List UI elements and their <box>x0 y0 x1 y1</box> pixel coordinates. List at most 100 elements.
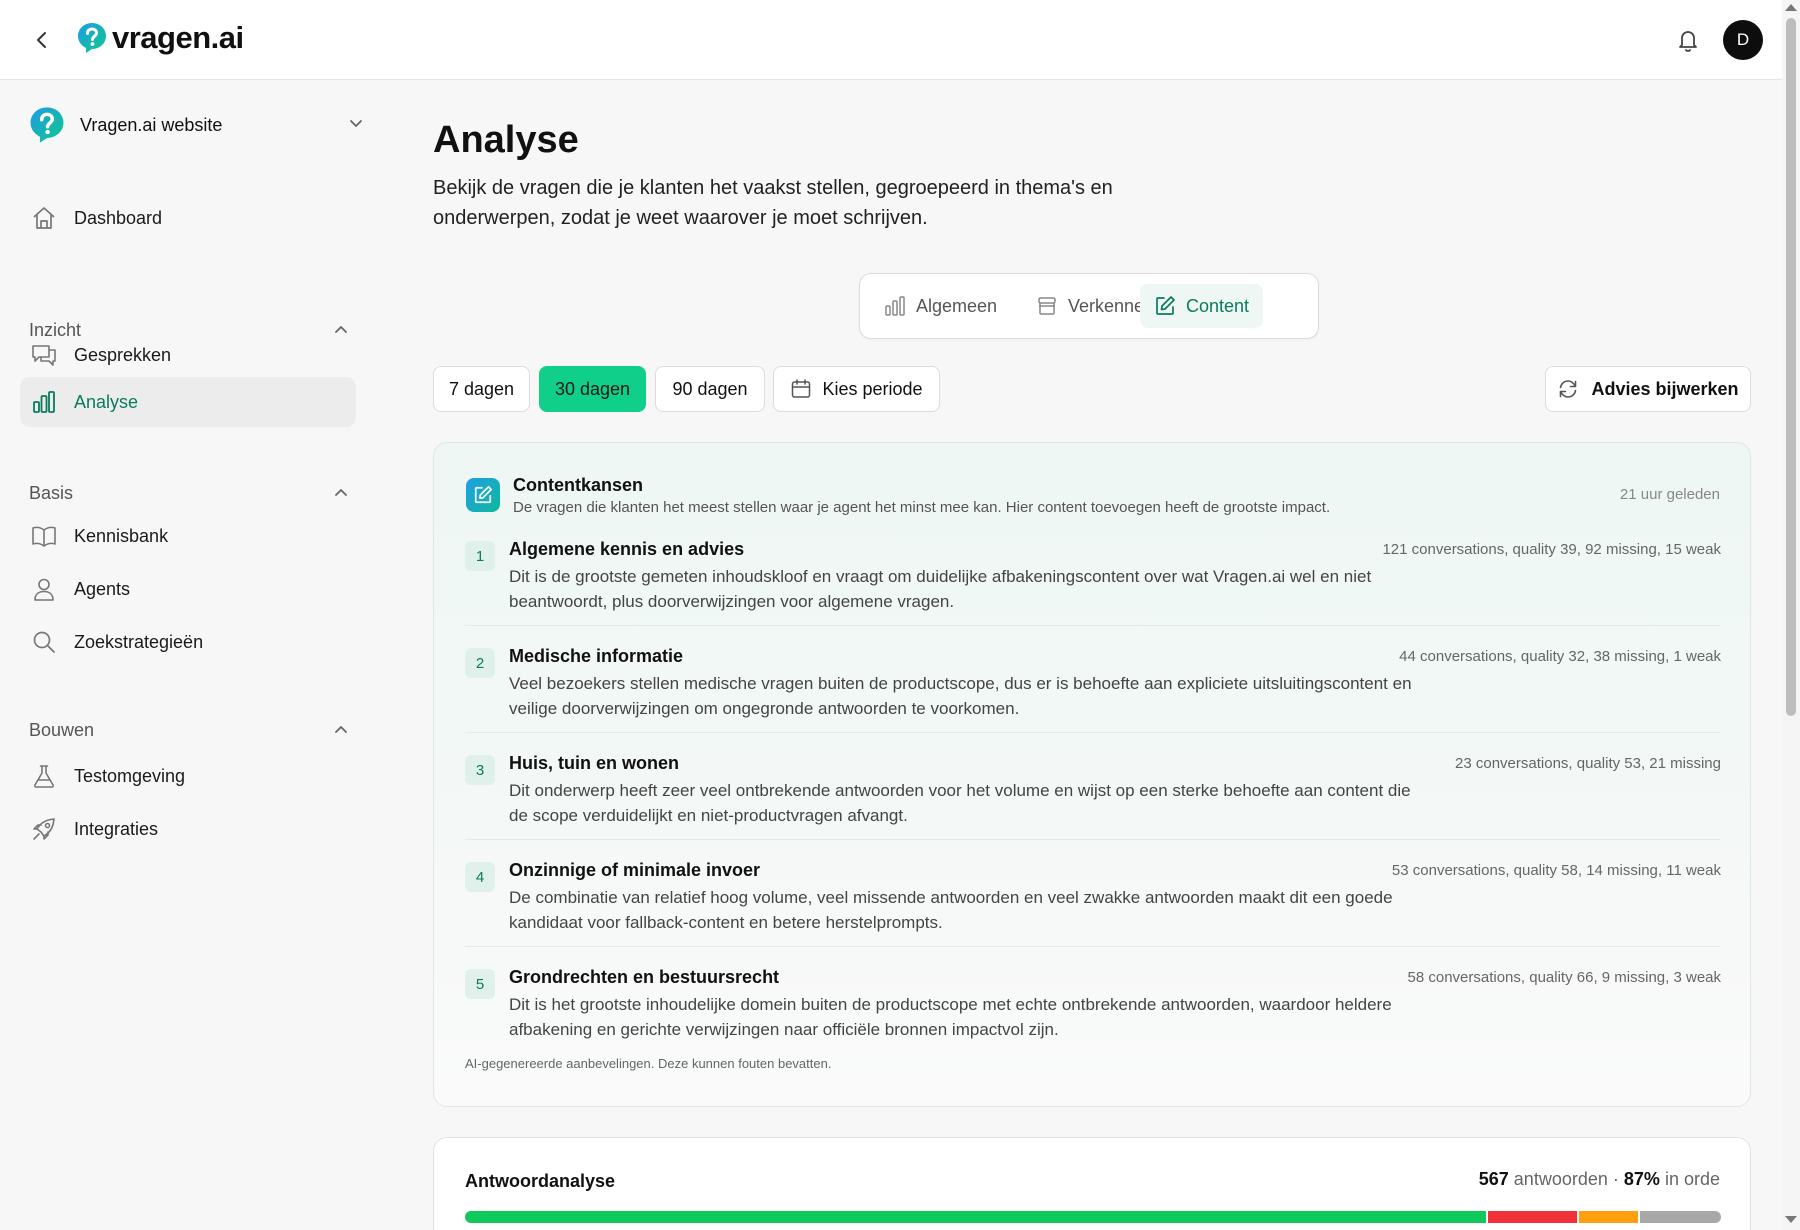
section-basis[interactable]: Basis <box>29 478 349 508</box>
workspace-name: Vragen.ai website <box>80 114 223 135</box>
edit-icon <box>466 478 500 512</box>
answer-quality-segment <box>1486 1211 1577 1223</box>
sidebar-item-label: Agents <box>74 578 131 599</box>
sidebar-item-agents[interactable]: Agents <box>20 564 356 614</box>
opportunity-stats: 23 conversations, quality 53, 21 missing <box>1455 755 1721 772</box>
content-opportunities-card: Contentkansen De vragen die klanten het … <box>433 442 1751 1107</box>
brand-name: vragen.ai <box>112 20 244 55</box>
opportunity-stats: 121 conversations, quality 39, 92 missin… <box>1382 541 1721 558</box>
opportunity-stats: 53 conversations, quality 58, 14 missing… <box>1391 862 1721 879</box>
sidebar-item-testomgeving[interactable]: Testomgeving <box>20 751 356 801</box>
opportunity-item[interactable]: 1 Algemene kennis en advies Dit is de gr… <box>465 539 1721 629</box>
answer-count: 567 <box>1478 1169 1509 1189</box>
answer-quality-bar <box>465 1211 1721 1223</box>
scroll-down-arrow[interactable] <box>1785 1216 1797 1223</box>
scroll-up-arrow[interactable] <box>1785 4 1797 11</box>
workspace-selector[interactable]: Vragen.ai website <box>28 103 364 147</box>
chevron-up-icon <box>335 489 347 496</box>
refresh-icon <box>1560 380 1577 398</box>
custom-period-button[interactable]: Kies periode <box>773 366 940 412</box>
sidebar-item-label: Gesprekken <box>74 344 172 365</box>
tab-content[interactable]: Content <box>1140 284 1264 328</box>
sidebar-item-label: Integraties <box>74 818 159 839</box>
avatar[interactable]: D <box>1723 20 1763 60</box>
opportunity-item[interactable]: 3 Huis, tuin en wonen Dit onderwerp heef… <box>465 753 1721 843</box>
answer-count-label: antwoorden <box>1513 1169 1608 1189</box>
opportunity-rank: 3 <box>465 755 495 785</box>
opportunity-title: Grondrechten en bestuursrecht <box>509 967 780 987</box>
sidebar-item-zoekstrategieen[interactable]: Zoekstrategieën <box>20 617 356 667</box>
ok-label: in orde <box>1664 1169 1720 1189</box>
brand-logo[interactable]: vragen.ai <box>76 20 244 56</box>
chat-icon <box>30 341 58 369</box>
sidebar-item-dashboard[interactable]: Dashboard <box>20 193 356 243</box>
answer-quality-segment <box>1638 1211 1721 1223</box>
opportunity-item[interactable]: 2 Medische informatie Veel bezoekers ste… <box>465 646 1721 736</box>
rocket-icon <box>30 815 58 843</box>
sidebar-item-kennisbank[interactable]: Kennisbank <box>20 511 356 561</box>
back-button[interactable] <box>26 24 58 56</box>
opportunity-item[interactable]: 5 Grondrechten en bestuursrecht Dit is h… <box>465 967 1721 1057</box>
view-tabs: Algemeen Verkennen Content <box>859 273 1319 339</box>
notifications-button[interactable] <box>1670 22 1706 58</box>
ok-percentage: 87% <box>1623 1169 1660 1189</box>
search-icon <box>30 628 58 656</box>
divider <box>465 732 1720 733</box>
home-icon <box>30 204 58 232</box>
section-bouwen[interactable]: Bouwen <box>29 715 349 745</box>
calendar-icon <box>790 378 812 400</box>
answer-quality-segment <box>465 1211 1487 1223</box>
opportunity-description: Dit is de grootste gemeten inhoudskloof … <box>509 567 1372 611</box>
update-advice-button[interactable]: Advies bijwerken <box>1545 366 1751 412</box>
sidebar-item-label: Dashboard <box>74 207 163 228</box>
sidebar-item-label: Zoekstrategieën <box>74 631 204 652</box>
opportunity-rank: 2 <box>465 648 495 678</box>
sidebar-item-label: Testomgeving <box>74 765 186 786</box>
sidebar-item-integraties[interactable]: Integraties <box>20 804 356 854</box>
opportunity-rank: 5 <box>465 969 495 999</box>
workspace-logo-icon <box>30 107 64 143</box>
opportunity-rank: 1 <box>465 541 495 571</box>
chevron-left-icon <box>37 32 46 48</box>
chevron-down-icon <box>350 120 362 127</box>
card-title: Antwoordanalyse <box>465 1171 616 1191</box>
scrollbar-thumb[interactable] <box>1786 18 1796 716</box>
tab-algemeen[interactable]: Algemeen <box>870 284 1011 328</box>
opportunity-rank: 4 <box>465 862 495 892</box>
updated-timestamp: 21 uur geleden <box>1619 486 1720 503</box>
top-bar: vragen.ai D <box>0 0 1782 80</box>
flask-icon <box>30 762 58 790</box>
answer-analysis-card: Antwoordanalyse 567 antwoorden · 87% in … <box>433 1137 1751 1230</box>
answer-quality-segment <box>1576 1211 1639 1223</box>
edit-icon <box>1156 296 1175 315</box>
opportunity-description: Dit is het grootste inhoudelijke domein … <box>509 995 1392 1039</box>
opportunity-title: Huis, tuin en wonen <box>509 753 679 773</box>
sidebar-item-analyse[interactable]: Analyse <box>20 377 356 427</box>
period-90-days-button[interactable]: 90 dagen <box>655 366 765 412</box>
ai-disclaimer: AI-gegenereerde aanbevelingen. Deze kunn… <box>465 1056 832 1071</box>
page-description: Bekijk de vragen die je klanten het vaak… <box>433 177 1113 229</box>
logo-icon <box>78 23 106 53</box>
opportunity-title: Onzinnige of minimale invoer <box>509 860 761 880</box>
sidebar-item-label: Analyse <box>74 391 139 412</box>
opportunity-item[interactable]: 4 Onzinnige of minimale invoer De combin… <box>465 860 1721 950</box>
bell-icon <box>1679 31 1697 52</box>
period-30-days-button[interactable]: 30 dagen <box>539 366 646 412</box>
opportunity-description: Dit onderwerp heeft zeer veel ontbrekend… <box>509 781 1411 825</box>
sidebar-item-label: Kennisbank <box>74 525 169 546</box>
card-title: Contentkansen <box>513 475 644 495</box>
tab-label: Algemeen <box>916 295 998 316</box>
opportunity-description: Veel bezoekers stellen medische vragen b… <box>509 674 1412 718</box>
opportunity-title: Algemene kennis en advies <box>509 539 745 559</box>
section-title: Basis <box>29 482 74 503</box>
opportunity-description: De combinatie van relatief hoog volume, … <box>509 888 1393 932</box>
sidebar-item-gesprekken[interactable]: Gesprekken <box>20 330 356 380</box>
period-7-days-button[interactable]: 7 dagen <box>433 366 530 412</box>
custom-period-label: Kies periode <box>822 378 923 399</box>
chevron-up-icon <box>335 726 347 733</box>
opportunity-title: Medische informatie <box>509 646 684 666</box>
bar-chart-icon <box>885 296 905 316</box>
card-subtitle: De vragen die klanten het meest stellen … <box>513 499 1331 516</box>
divider <box>465 946 1720 947</box>
section-title: Bouwen <box>29 719 95 740</box>
